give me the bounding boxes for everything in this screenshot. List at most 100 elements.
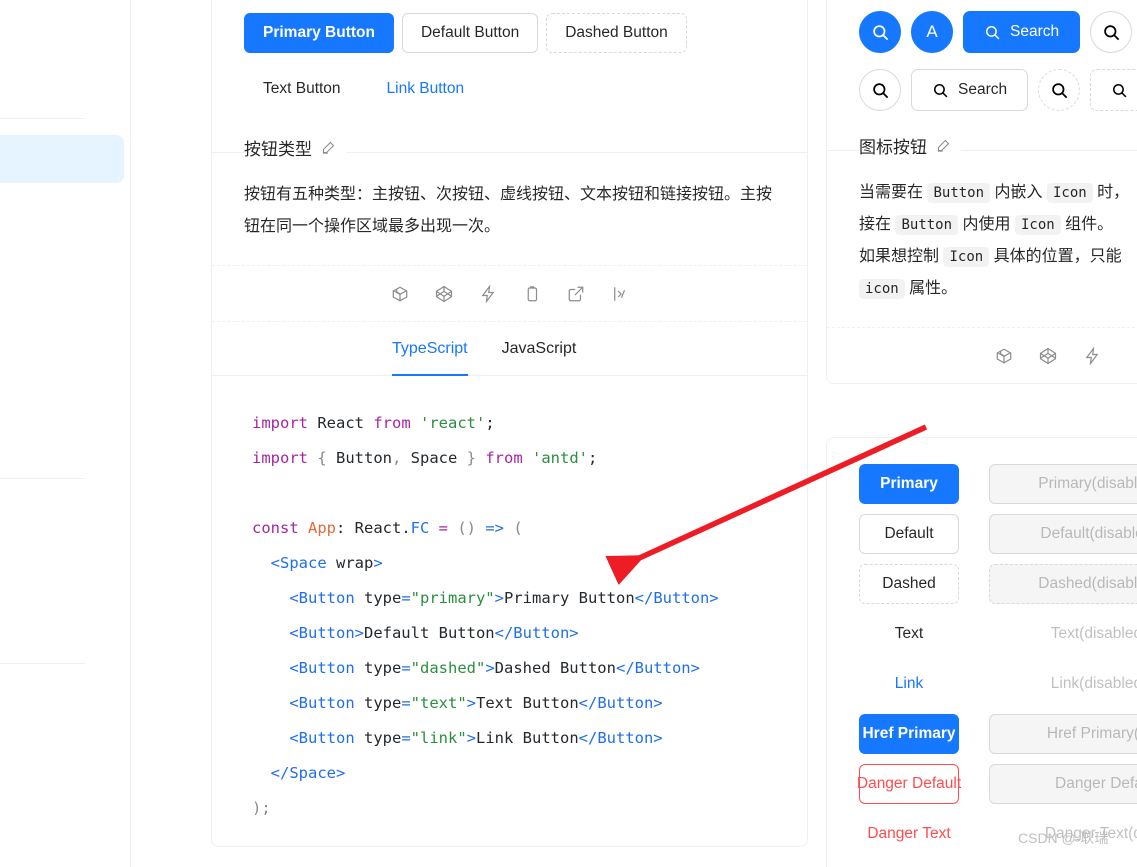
- code-line: import React from 'react';: [252, 406, 807, 441]
- enabled-button[interactable]: Primary: [859, 464, 959, 504]
- desc-text: 内使用: [962, 216, 1011, 233]
- demo-toolbar: [212, 265, 807, 321]
- letter-circle-primary-button[interactable]: A: [911, 11, 953, 53]
- code-token: =>: [485, 519, 514, 537]
- code-token: React.: [354, 519, 411, 537]
- search-circle-default-button-2[interactable]: [859, 69, 901, 111]
- default-button[interactable]: Default Button: [401, 13, 539, 53]
- search-primary-label: Search: [1010, 23, 1060, 40]
- dashed-button[interactable]: Dashed Button: [546, 13, 687, 53]
- tab-javascript[interactable]: JavaScript: [502, 322, 577, 376]
- code-brackets-icon[interactable]: [611, 285, 629, 303]
- enabled-button[interactable]: Dashed: [859, 564, 959, 604]
- code-token: </Button>: [578, 729, 663, 747]
- avatar-letter: A: [926, 22, 938, 41]
- link-button[interactable]: Link Button: [368, 69, 484, 109]
- desc-text: 如果想控制: [859, 248, 940, 265]
- code-chip-icon: Icon: [943, 247, 990, 267]
- code-token: const: [252, 519, 308, 537]
- enabled-button[interactable]: Href Primary: [859, 714, 959, 754]
- sidebar-item-active[interactable]: [0, 135, 124, 183]
- code-token: Dashed Button: [494, 659, 616, 677]
- enabled-button[interactable]: Text: [859, 614, 959, 654]
- code-token: Default Button: [363, 624, 495, 642]
- code-token: =: [401, 589, 411, 607]
- tab-typescript[interactable]: TypeScript: [392, 322, 468, 376]
- code-token: "link": [410, 729, 467, 747]
- section-description: 按钮有五种类型：主按钮、次按钮、虚线按钮、文本按钮和链接按钮。主按钮在同一个操作…: [244, 186, 773, 235]
- code-token: =: [401, 659, 411, 677]
- code-line: <Button type="dashed">Dashed Button</But…: [252, 651, 807, 686]
- sidebar-divider: [0, 478, 85, 479]
- search-circle-default-button[interactable]: [1090, 11, 1133, 53]
- icon-button-row-2: Search S: [859, 69, 1137, 111]
- code-token: (): [457, 519, 486, 537]
- search-primary-button[interactable]: Search: [963, 11, 1081, 53]
- code-token: >: [494, 589, 504, 607]
- left-sidebar: [0, 0, 131, 867]
- code-token: <Space: [270, 554, 336, 572]
- code-line: <Button type="primary">Primary Button</B…: [252, 581, 807, 616]
- codesandbox-icon[interactable]: [995, 347, 1013, 365]
- code-token: "text": [410, 694, 467, 712]
- copy-icon[interactable]: [523, 285, 541, 303]
- button-row-flat: Text Button Link Button: [244, 69, 775, 109]
- code-token: FC: [410, 519, 439, 537]
- code-chip-icon-prop: icon: [859, 279, 905, 299]
- code-token: >: [466, 694, 476, 712]
- desc-text: 属性。: [909, 280, 958, 297]
- code-token: <Button: [289, 659, 364, 677]
- code-token: =: [401, 729, 411, 747]
- icon-demo-toolbar: [827, 327, 1137, 383]
- enabled-button[interactable]: Link: [859, 664, 959, 704]
- code-token: );: [252, 799, 271, 817]
- button-demo-area: Primary Button Default Button Dashed But…: [212, 0, 807, 135]
- code-token: Primary Button: [504, 589, 635, 607]
- enabled-button[interactable]: Danger Default: [857, 764, 961, 804]
- pencil-icon[interactable]: [936, 138, 951, 153]
- disabled-button: Href Primary(di: [989, 714, 1137, 754]
- pencil-icon[interactable]: [321, 140, 336, 155]
- search-icon: [872, 24, 888, 40]
- search-circle-primary-button[interactable]: [859, 11, 901, 53]
- code-token: }: [466, 449, 486, 467]
- code-token: 'antd': [532, 449, 589, 467]
- external-link-icon[interactable]: [567, 285, 585, 303]
- search-icon: [985, 25, 1000, 39]
- code-token: type: [363, 589, 402, 607]
- code-token: 'react': [420, 414, 486, 432]
- code-token: type: [363, 694, 402, 712]
- code-token: ,: [392, 449, 411, 467]
- button-row-solid: Primary Button Default Button Dashed But…: [244, 13, 775, 53]
- search-default-button[interactable]: Search: [911, 69, 1029, 111]
- codesandbox-icon[interactable]: [391, 285, 409, 303]
- lightning-icon[interactable]: [479, 284, 497, 303]
- desc-text: 当需要在: [859, 184, 924, 201]
- code-token: =: [438, 519, 458, 537]
- desc-text: 组件。: [1065, 216, 1114, 233]
- enabled-button[interactable]: Danger Text: [859, 814, 959, 854]
- code-token: ;: [485, 414, 495, 432]
- codepen-icon[interactable]: [435, 285, 453, 303]
- disabled-button: Link(disabled): [989, 664, 1137, 704]
- enabled-button[interactable]: Default: [859, 514, 959, 554]
- icon-button-demo-area: A Search Search: [827, 0, 1137, 133]
- lightning-icon[interactable]: [1083, 346, 1101, 365]
- disabled-button: Danger Defa: [989, 764, 1137, 804]
- code-token: >: [485, 659, 495, 677]
- icon-button-demo-card: A Search Search 图标按钮 当需要在 Button 内嵌入 Ico…: [826, 0, 1137, 384]
- code-token: wrap: [336, 554, 374, 572]
- code-block[interactable]: import React from 'react'; import { Butto…: [212, 375, 807, 846]
- codepen-icon[interactable]: [1039, 347, 1057, 365]
- search-circle-dashed-button[interactable]: [1038, 69, 1081, 111]
- primary-button[interactable]: Primary Button: [244, 13, 394, 53]
- search-icon: [1051, 82, 1067, 98]
- text-button[interactable]: Text Button: [244, 69, 360, 109]
- search-dashed-button[interactable]: S: [1090, 69, 1137, 111]
- section-title: 按钮类型: [244, 140, 312, 159]
- code-token: Text Button: [476, 694, 579, 712]
- disabled-button: Default(disabled): [989, 514, 1137, 554]
